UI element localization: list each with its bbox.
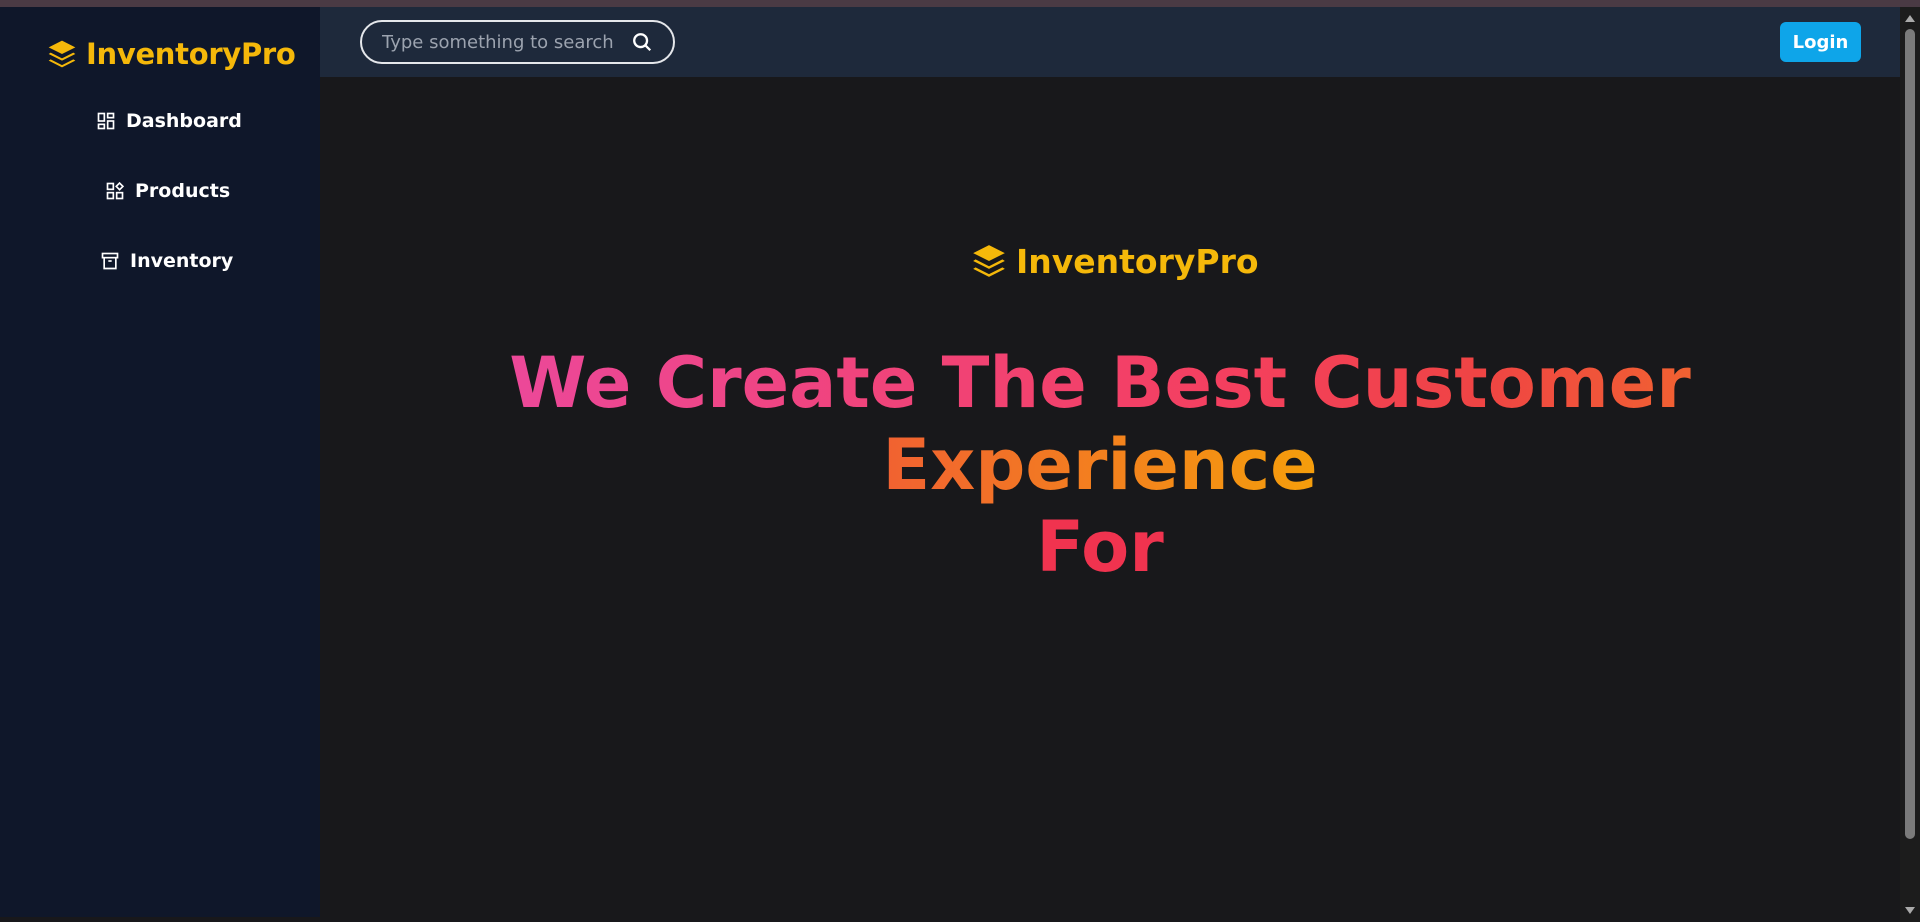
hero-headline-line2: For — [1036, 506, 1164, 588]
sidebar-item-label: Inventory — [130, 250, 234, 272]
sidebar-item-inventory[interactable]: Inventory — [100, 250, 233, 272]
scroll-up-icon[interactable] — [1905, 15, 1915, 22]
sidebar-item-products[interactable]: Products — [105, 180, 230, 202]
vertical-scrollbar[interactable] — [1900, 7, 1920, 922]
layers-icon — [973, 245, 1005, 277]
hero-brand: InventoryPro — [970, 237, 1259, 285]
window-top-strip — [0, 0, 1920, 7]
sidebar-item-label: Products — [135, 180, 231, 202]
main-content: InventoryPro We Create The Best Customer… — [320, 77, 1900, 922]
sidebar: InventoryPro Dashboard Products Inventor… — [0, 7, 320, 917]
sidebar-item-dashboard[interactable]: Dashboard — [96, 110, 242, 132]
scroll-down-icon[interactable] — [1905, 907, 1915, 914]
layers-icon — [48, 40, 76, 68]
hero-brand-name: InventoryPro — [1016, 241, 1259, 281]
sidebar-item-label: Dashboard — [126, 110, 242, 132]
hero-headline: We Create The Best Customer Experience F… — [350, 342, 1850, 588]
hero-headline-line1: We Create The Best Customer Experience — [509, 342, 1691, 506]
login-button[interactable]: Login — [1780, 22, 1861, 62]
sidebar-brand[interactable]: InventoryPro — [46, 30, 296, 78]
scroll-thumb[interactable] — [1905, 29, 1915, 839]
dashboard-icon — [97, 112, 115, 130]
search-input[interactable] — [382, 31, 623, 53]
brand-name: InventoryPro — [86, 37, 296, 71]
search-box[interactable] — [360, 20, 675, 64]
archive-icon — [101, 252, 119, 270]
products-icon — [106, 181, 125, 200]
top-bar: Login — [320, 7, 1900, 77]
search-icon[interactable] — [631, 31, 653, 53]
